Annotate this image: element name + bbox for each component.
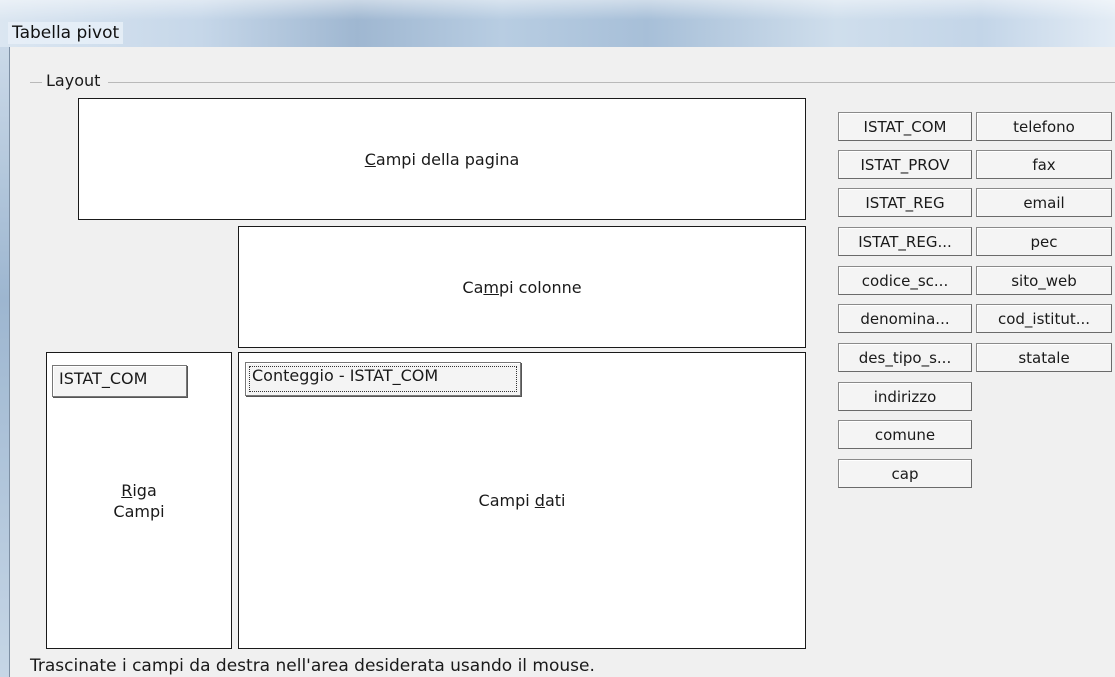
page-fields-zone[interactable]: Campi della pagina (78, 98, 806, 220)
page-fields-label: Campi della pagina (364, 149, 520, 169)
field-button[interactable]: telefono (976, 112, 1112, 141)
data-fields-zone[interactable]: Campi dati (238, 352, 806, 649)
row-fields-label: Riga Campi (113, 480, 165, 521)
field-button[interactable]: cap (838, 459, 972, 488)
column-fields-zone[interactable]: Campi colonne (238, 226, 806, 348)
data-field-count-button[interactable]: Conteggio - ISTAT_COM (245, 362, 521, 396)
field-button[interactable]: ISTAT_REG (838, 188, 972, 217)
field-button[interactable]: codice_sc... (838, 266, 972, 295)
field-button[interactable]: des_tipo_s... (838, 343, 972, 372)
window-frame-edge (0, 47, 10, 677)
field-button[interactable]: cod_istitut... (976, 304, 1112, 333)
title-bar[interactable] (0, 0, 1115, 47)
layout-group-label: Layout (42, 71, 109, 90)
field-button[interactable]: indirizzo (838, 382, 972, 411)
window-title: Tabella pivot (8, 22, 124, 44)
field-button[interactable]: email (976, 188, 1112, 217)
data-fields-label: Campi dati (478, 491, 566, 510)
field-button[interactable]: statale (976, 343, 1112, 372)
field-button[interactable]: fax (976, 150, 1112, 179)
layout-group-border (30, 82, 1115, 83)
instruction-text: Trascinate i campi da destra nell'area d… (30, 656, 595, 676)
field-button[interactable]: ISTAT_COM (838, 112, 972, 141)
field-button[interactable]: denomina... (838, 304, 972, 333)
row-field-istat-com-button[interactable]: ISTAT_COM (52, 365, 187, 397)
field-button[interactable]: comune (838, 420, 972, 449)
column-fields-label: Campi colonne (462, 277, 582, 297)
field-button[interactable]: pec (976, 227, 1112, 256)
field-button[interactable]: sito_web (976, 266, 1112, 295)
field-button[interactable]: ISTAT_PROV (838, 150, 972, 179)
field-button[interactable]: ISTAT_REG... (838, 227, 972, 256)
